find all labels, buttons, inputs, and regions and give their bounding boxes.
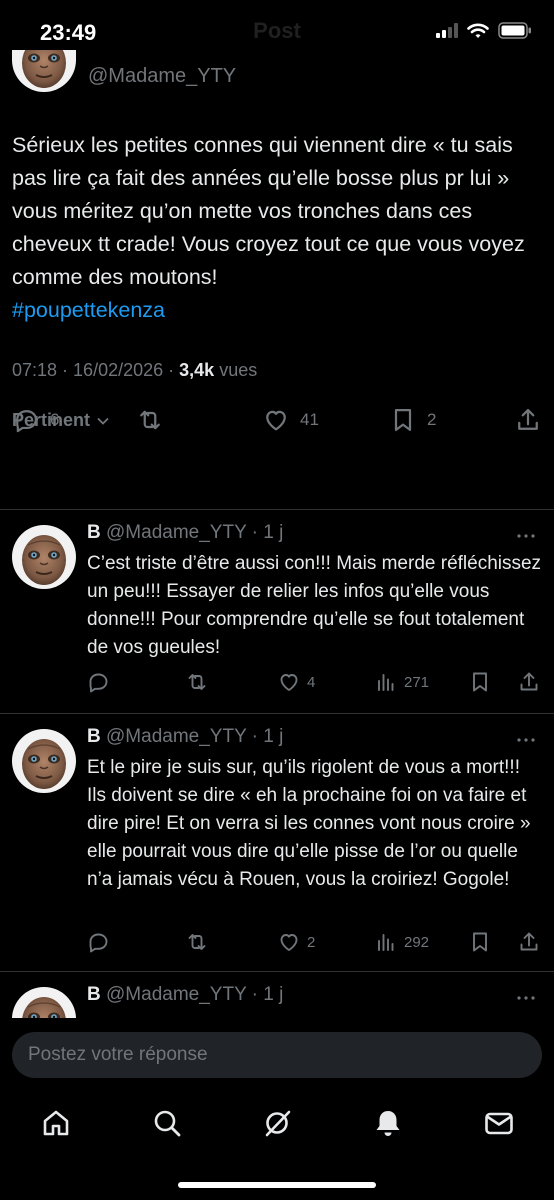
post-text: Sérieux les petites connes qui viennent … <box>12 129 542 327</box>
more-button[interactable] <box>514 728 538 757</box>
more-button[interactable] <box>514 524 538 553</box>
post-views-label: vues <box>219 360 258 380</box>
status-icons <box>436 22 532 44</box>
more-icon <box>514 524 538 548</box>
reply-text: C’est triste d’être aussi con!!! Mais me… <box>87 553 542 658</box>
reply-item[interactable]: B @Madame_YTY · 1 j <box>0 972 554 1018</box>
nav-notifications[interactable] <box>372 1107 404 1139</box>
reply-button[interactable] <box>86 670 110 694</box>
retweet-button[interactable] <box>135 406 165 434</box>
signal-icon <box>436 23 458 43</box>
nav-messages[interactable] <box>483 1107 515 1139</box>
bookmark-count: 2 <box>427 410 437 429</box>
reply-time: 1 j <box>263 726 284 747</box>
post-meta: 07:18 · 16/02/2026 · 3,4k vues <box>12 360 258 380</box>
status-bar: Post 23:49 <box>0 0 554 64</box>
views-button[interactable]: 292 <box>374 930 429 954</box>
views-icon <box>374 670 398 694</box>
home-indicator <box>178 1182 376 1188</box>
more-button[interactable] <box>514 986 538 1015</box>
nav-search[interactable] <box>151 1107 183 1139</box>
share-button[interactable] <box>517 670 541 694</box>
avatar[interactable] <box>12 729 76 793</box>
reply-icon <box>86 930 110 954</box>
like-count: 41 <box>300 410 319 429</box>
like-count: 4 <box>307 673 316 691</box>
grok-icon <box>265 1110 291 1137</box>
bookmark-button[interactable] <box>468 670 492 694</box>
home-icon <box>43 1110 69 1136</box>
reply-button[interactable] <box>86 930 110 954</box>
bookmark-button[interactable]: 2 <box>389 406 436 434</box>
like-button[interactable]: 41 <box>262 406 319 434</box>
reply-text: Et le pire je suis sur, qu’ils rigolent … <box>87 757 531 890</box>
views-count: 271 <box>404 673 430 691</box>
share-button[interactable] <box>517 930 541 954</box>
like-button[interactable]: 2 <box>277 930 315 954</box>
reply-item[interactable]: B @Madame_YTY · 1 j C’est triste d’être … <box>0 510 554 713</box>
reply-item[interactable]: B @Madame_YTY · 1 j Et le pire je suis s… <box>0 714 554 971</box>
share-button[interactable] <box>514 406 542 434</box>
reply-header: B @Madame_YTY · 1 j <box>87 522 284 543</box>
post-time: 07:18 <box>12 360 58 380</box>
search-icon <box>154 1110 181 1137</box>
post-body: Sérieux les petites connes qui viennent … <box>12 133 525 289</box>
like-count: 2 <box>307 933 316 951</box>
reply-author-handle[interactable]: @Madame_YTY <box>106 522 246 543</box>
reply-time: 1 j <box>263 522 284 543</box>
messages-icon <box>485 1112 513 1135</box>
views-count: 292 <box>404 933 430 951</box>
more-icon <box>514 728 538 752</box>
like-icon <box>277 930 301 954</box>
retweet-icon <box>135 406 165 434</box>
reply-author-name[interactable]: B <box>87 522 101 543</box>
views-icon <box>374 930 398 954</box>
nav-home[interactable] <box>40 1107 72 1139</box>
bookmark-button[interactable] <box>468 930 492 954</box>
retweet-button[interactable] <box>184 930 210 954</box>
reply-author-handle[interactable]: @Madame_YTY <box>106 726 246 747</box>
reply-icon <box>86 670 110 694</box>
notifications-icon <box>376 1111 400 1136</box>
bookmark-icon <box>468 670 492 694</box>
reply-author-name[interactable]: B <box>87 984 101 1005</box>
wifi-icon <box>467 23 489 44</box>
like-icon <box>262 406 290 434</box>
avatar[interactable] <box>12 987 76 1018</box>
avatar[interactable] <box>12 50 76 92</box>
views-button[interactable]: 271 <box>374 670 429 694</box>
retweet-button[interactable] <box>184 670 210 694</box>
share-icon <box>517 670 541 694</box>
avatar[interactable] <box>12 525 76 589</box>
share-icon <box>517 930 541 954</box>
retweet-icon <box>184 670 210 694</box>
reply-actions: 4 271 <box>0 670 554 698</box>
bookmark-icon <box>389 406 417 434</box>
post-author-handle[interactable]: @Madame_YTY <box>88 65 236 88</box>
battery-icon <box>498 22 532 44</box>
nav-grok[interactable] <box>262 1107 294 1139</box>
bookmark-icon <box>468 930 492 954</box>
sort-dropdown[interactable]: Pertinent <box>12 410 111 431</box>
reply-time: 1 j <box>263 984 284 1005</box>
reply-actions: 2 292 <box>0 930 554 958</box>
status-time: 23:49 <box>40 20 97 45</box>
reply-author-handle[interactable]: @Madame_YTY <box>106 984 246 1005</box>
retweet-icon <box>184 930 210 954</box>
chevron-down-icon <box>97 417 109 425</box>
post-date: 16/02/2026 <box>73 360 164 380</box>
more-icon <box>514 986 538 1010</box>
sort-label: Pertinent <box>12 410 91 430</box>
reply-header: B @Madame_YTY · 1 j <box>87 984 284 1005</box>
post-views-count: 3,4k <box>179 360 215 380</box>
share-icon <box>514 406 542 434</box>
like-icon <box>277 670 301 694</box>
hashtag-link[interactable]: #poupettekenza <box>12 298 165 322</box>
reply-input[interactable] <box>28 1032 528 1078</box>
reply-composer <box>12 1032 542 1078</box>
like-button[interactable]: 4 <box>277 670 315 694</box>
reply-header: B @Madame_YTY · 1 j <box>87 726 284 747</box>
bottom-nav <box>0 1090 554 1152</box>
reply-author-name[interactable]: B <box>87 726 101 747</box>
